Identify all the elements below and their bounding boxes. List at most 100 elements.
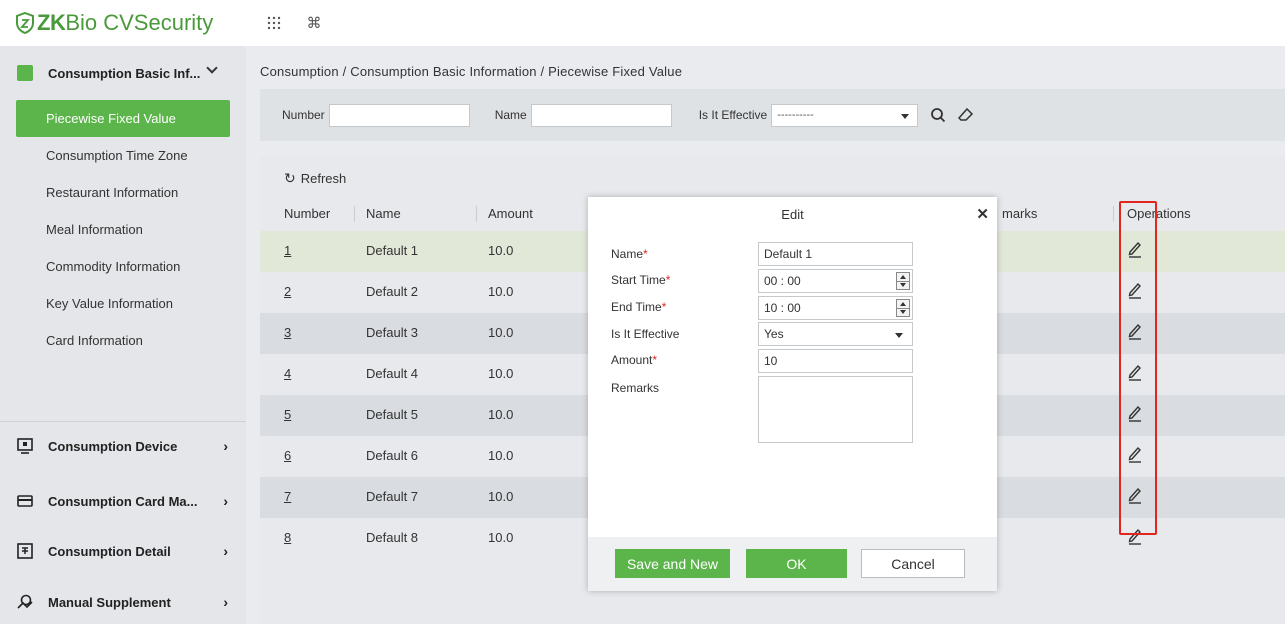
supplement-icon <box>16 593 34 611</box>
sidebar-item-label: Key Value Information <box>46 296 173 311</box>
required-marker: * <box>643 247 648 261</box>
sidebar-group-consumption-device[interactable]: Consumption Device › <box>0 421 246 471</box>
sidebar-group-consumption-card[interactable]: Consumption Card Ma... › <box>0 476 246 526</box>
row-number-link[interactable]: 4 <box>284 366 291 381</box>
amount-field-label: Amount* <box>611 353 657 367</box>
column-header-number[interactable]: Number <box>284 206 330 221</box>
detail-icon <box>16 542 34 560</box>
sidebar-group-label: Manual Supplement <box>48 594 171 610</box>
required-marker: * <box>665 273 671 287</box>
command-icon[interactable]: ⌘ <box>304 13 324 33</box>
ok-button[interactable]: OK <box>746 549 847 578</box>
row-name: Default 3 <box>366 325 419 340</box>
chevron-right-icon: › <box>223 438 228 454</box>
eraser-icon[interactable] <box>952 101 980 129</box>
spinner-icon[interactable] <box>896 299 910 317</box>
name-field-label: Name* <box>611 247 648 261</box>
filter-bar: Number Name Is It Effective ---------- <box>260 89 1285 141</box>
sidebar-item-restaurant-information[interactable]: Restaurant Information <box>0 174 246 211</box>
row-number-link[interactable]: 1 <box>284 243 291 258</box>
remarks-textarea[interactable] <box>758 376 913 443</box>
chevron-right-icon: › <box>223 594 228 610</box>
required-marker: * <box>661 300 667 314</box>
end-time-label-text: End Time <box>611 300 662 314</box>
column-separator <box>1113 206 1114 222</box>
sidebar-item-label: Meal Information <box>46 222 143 237</box>
filter-effective-label: Is It Effective <box>698 108 768 122</box>
name-input[interactable]: Default 1 <box>758 242 913 266</box>
top-bar: ZK Bio CVSecurity ⌘ <box>0 0 1285 46</box>
spinner-icon[interactable] <box>896 272 910 290</box>
amount-input[interactable]: 10 <box>758 349 913 373</box>
row-amount: 10.0 <box>488 325 514 340</box>
row-amount: 10.0 <box>488 407 514 422</box>
sidebar-item-consumption-time-zone[interactable]: Consumption Time Zone <box>0 137 246 174</box>
sidebar-group-manual-supplement[interactable]: Manual Supplement › <box>0 577 246 624</box>
end-time-field-label: End Time* <box>611 300 666 314</box>
caret-down-icon <box>895 333 903 338</box>
column-header-name[interactable]: Name <box>366 206 401 221</box>
row-number-link[interactable]: 7 <box>284 489 291 504</box>
sidebar: Consumption Basic Inf... Piecewise Fixed… <box>0 46 246 624</box>
effective-select[interactable]: Yes <box>758 322 913 346</box>
brand-name: Bio CVSecurity <box>65 10 214 35</box>
shield-logo-icon <box>16 12 34 34</box>
brand-zk: ZK <box>37 10 66 35</box>
row-number-link[interactable]: 2 <box>284 284 291 299</box>
start-time-input[interactable]: 00 : 00 <box>758 269 913 293</box>
sidebar-group-label: Consumption Basic Inf... <box>48 65 201 81</box>
required-marker: * <box>652 353 658 367</box>
column-separator <box>354 206 355 222</box>
sidebar-group-consumption-detail[interactable]: Consumption Detail › <box>0 526 246 576</box>
row-name: Default 5 <box>366 407 419 422</box>
filter-name-label: Name <box>494 108 527 122</box>
start-time-label-text: Start Time <box>611 273 666 287</box>
save-and-new-button[interactable]: Save and New <box>615 549 730 578</box>
logo[interactable]: ZK Bio CVSecurity <box>0 10 246 36</box>
card-icon <box>16 492 34 510</box>
refresh-button[interactable]: ↻ Refresh <box>284 170 346 187</box>
dialog-footer: Save and New OK Cancel <box>588 537 997 591</box>
sidebar-item-piecewise-fixed-value[interactable]: Piecewise Fixed Value <box>16 100 230 137</box>
sidebar-group-label: Consumption Card Ma... <box>48 493 198 509</box>
chevron-right-icon: › <box>223 493 228 509</box>
sidebar-item-label: Card Information <box>46 333 143 348</box>
breadcrumb: Consumption / Consumption Basic Informat… <box>260 64 683 79</box>
column-header-remarks[interactable]: marks <box>1002 206 1037 221</box>
row-number-link[interactable]: 8 <box>284 530 291 545</box>
sidebar-group-basic[interactable]: Consumption Basic Inf... <box>0 46 246 100</box>
start-time-field-label: Start Time* <box>611 273 670 287</box>
sidebar-item-label: Consumption Time Zone <box>46 148 188 163</box>
amount-label-text: Amount <box>611 353 653 367</box>
start-time-value: 00 : 00 <box>764 274 801 288</box>
caret-down-icon <box>901 113 910 119</box>
refresh-icon: ↻ <box>284 170 296 186</box>
end-time-input[interactable]: 10 : 00 <box>758 296 913 320</box>
row-number-link[interactable]: 3 <box>284 325 291 340</box>
filter-effective-select[interactable]: ---------- <box>771 103 919 127</box>
chevron-right-icon: › <box>223 543 228 559</box>
filter-name-input[interactable] <box>530 103 672 127</box>
cancel-button[interactable]: Cancel <box>861 549 965 578</box>
close-icon[interactable]: ✕ <box>976 205 989 223</box>
chevron-down-icon <box>206 62 218 74</box>
sidebar-item-key-value-information[interactable]: Key Value Information <box>0 285 246 322</box>
search-icon[interactable] <box>924 101 952 129</box>
sidebar-item-card-information[interactable]: Card Information <box>0 322 246 359</box>
row-amount: 10.0 <box>488 243 514 258</box>
row-name: Default 6 <box>366 448 419 463</box>
filter-number-input[interactable] <box>328 103 470 127</box>
column-header-amount[interactable]: Amount <box>488 206 533 221</box>
row-number-link[interactable]: 5 <box>284 407 291 422</box>
row-name: Default 2 <box>366 284 419 299</box>
monitor-icon <box>16 437 34 455</box>
sidebar-item-label: Restaurant Information <box>46 185 179 200</box>
row-name: Default 4 <box>366 366 419 381</box>
name-input-value: Default 1 <box>764 247 813 261</box>
row-number-link[interactable]: 6 <box>284 448 291 463</box>
sidebar-item-meal-information[interactable]: Meal Information <box>0 211 246 248</box>
filter-effective-value: ---------- <box>777 109 814 121</box>
dialog-title: Edit <box>781 206 804 222</box>
sidebar-item-commodity-information[interactable]: Commodity Information <box>0 248 246 285</box>
apps-grid-icon[interactable] <box>264 13 284 33</box>
